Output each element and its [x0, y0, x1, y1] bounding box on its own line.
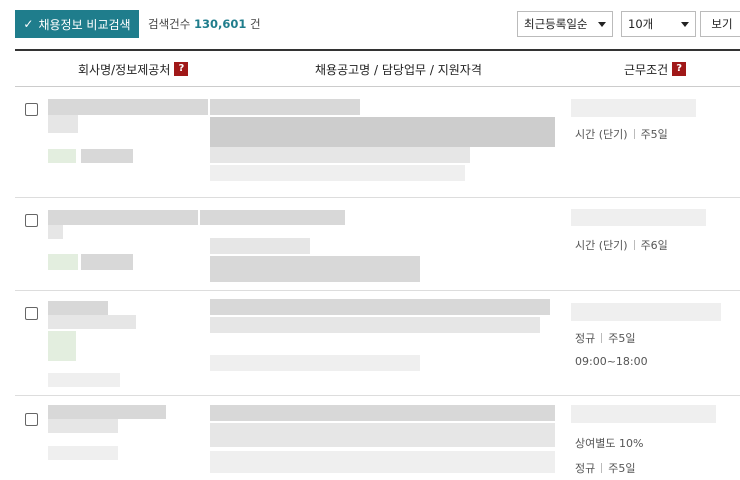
divider — [633, 129, 635, 139]
work-days: 주6일 — [640, 239, 668, 252]
divider — [601, 463, 603, 473]
blurred-post-req — [210, 165, 465, 181]
compare-search-button[interactable]: ✓ 채용정보 비교검색 — [15, 10, 139, 38]
blurred-salary — [571, 209, 706, 226]
column-header-post-label: 채용공고명 / 담당업무 / 지원자격 — [315, 62, 482, 77]
help-icon[interactable]: ? — [174, 62, 189, 76]
column-header-conditions: 근무조건 ? — [624, 51, 687, 87]
view-button[interactable]: 보기 — [700, 11, 740, 37]
sort-select[interactable]: 최근등록일순 — [517, 11, 613, 37]
work-conditions-2: 정규 주5일 — [575, 460, 636, 476]
blurred-provider — [48, 446, 118, 460]
blurred-provider — [48, 373, 120, 387]
divider — [633, 240, 635, 250]
chevron-down-icon — [681, 21, 689, 27]
count-label: 검색건수 — [148, 17, 191, 31]
blurred-post-desc — [210, 117, 555, 147]
work-conditions: 시간 (단기) 주5일 — [575, 126, 668, 142]
divider — [601, 333, 603, 343]
blurred-post-req — [210, 355, 420, 371]
result-count: 검색건수 130,601 건 — [148, 16, 261, 32]
chevron-down-icon — [598, 21, 606, 27]
blurred-salary — [571, 405, 716, 423]
row-checkbox[interactable] — [25, 413, 38, 426]
work-hours: 09:00~18:00 — [575, 355, 648, 368]
blurred-post-title — [210, 99, 360, 115]
blurred-company-name — [48, 315, 136, 329]
employment-type: 시간 (단기) — [575, 128, 628, 141]
blurred-post-title — [210, 405, 555, 421]
column-header-conditions-label: 근무조건 — [624, 62, 669, 77]
compare-search-label: 채용정보 비교검색 — [38, 17, 131, 32]
row-checkbox[interactable] — [25, 103, 38, 116]
blurred-post-title — [200, 210, 345, 225]
blurred-company-name — [48, 301, 108, 315]
blurred-provider — [81, 149, 133, 163]
blurred-salary — [571, 99, 696, 117]
column-header-post: 채용공고명 / 담당업무 / 지원자격 — [315, 51, 482, 87]
table-row[interactable]: 시간 (단기) 주5일 — [15, 87, 740, 198]
sort-select-value: 최근등록일순 — [524, 17, 588, 31]
check-icon: ✓ — [23, 17, 34, 31]
table-row[interactable]: 상여별도 10% 정규 주5일 — [15, 396, 740, 480]
per-page-select-value: 10개 — [628, 17, 654, 31]
blurred-provider — [48, 149, 76, 163]
blurred-company-name — [48, 405, 166, 419]
employment-type: 정규 — [575, 462, 596, 475]
row-checkbox[interactable] — [25, 307, 38, 320]
work-conditions: 상여별도 10% — [575, 437, 644, 450]
work-conditions: 정규 주5일 — [575, 330, 636, 346]
table-row[interactable]: 시간 (단기) 주6일 — [15, 198, 740, 291]
blurred-post-desc — [210, 147, 470, 163]
work-days: 주5일 — [608, 332, 636, 345]
column-header-company: 회사명/정보제공처 ? — [78, 51, 189, 87]
count-value: 130,601 — [193, 17, 247, 31]
count-unit: 건 — [250, 17, 261, 31]
blurred-post-desc — [210, 256, 420, 282]
table-row[interactable]: 정규 주5일 09:00~18:00 — [15, 291, 740, 396]
blurred-post-desc — [210, 238, 310, 254]
work-days: 주5일 — [640, 128, 668, 141]
per-page-select[interactable]: 10개 — [621, 11, 696, 37]
help-icon[interactable]: ? — [672, 62, 687, 76]
blurred-post-req — [210, 451, 555, 473]
column-header-company-label: 회사명/정보제공처 — [78, 62, 171, 77]
blurred-company-name — [48, 210, 198, 225]
blurred-post-desc — [210, 317, 540, 333]
blurred-company-name — [48, 115, 78, 133]
blurred-post-title — [210, 299, 550, 315]
blurred-post-desc — [210, 423, 555, 447]
blurred-company-name — [48, 225, 63, 239]
results-toolbar: ✓ 채용정보 비교검색 검색건수 130,601 건 최근등록일순 10개 보기 — [0, 0, 740, 48]
row-checkbox[interactable] — [25, 214, 38, 227]
blurred-provider — [48, 331, 76, 361]
employment-type: 시간 (단기) — [575, 239, 628, 252]
blurred-provider — [81, 254, 133, 270]
employment-type: 정규 — [575, 332, 596, 345]
work-days: 주5일 — [608, 462, 636, 475]
table-header: 회사명/정보제공처 ? 채용공고명 / 담당업무 / 지원자격 근무조건 ? — [15, 49, 740, 87]
work-conditions: 시간 (단기) 주6일 — [575, 237, 668, 253]
blurred-company-name — [48, 419, 118, 433]
blurred-company-name — [48, 99, 208, 115]
blurred-salary — [571, 303, 721, 321]
blurred-provider — [48, 254, 78, 270]
